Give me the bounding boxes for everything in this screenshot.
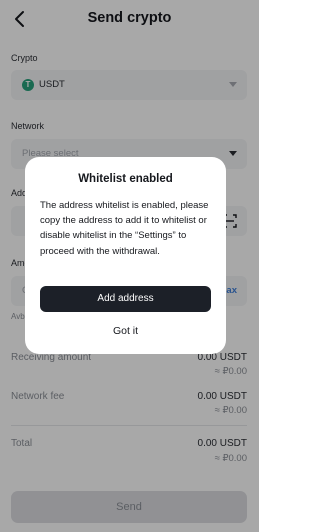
- dialog-message: The address whitelist is enabled, please…: [40, 200, 209, 257]
- whitelist-dialog: Whitelist enabled The address whitelist …: [25, 157, 226, 354]
- send-crypto-screen: Send crypto Crypto T USDT Network Please…: [0, 0, 259, 532]
- dialog-title: Whitelist enabled: [78, 173, 173, 185]
- got-it-button[interactable]: Got it: [40, 319, 211, 343]
- add-address-button[interactable]: Add address: [40, 286, 211, 312]
